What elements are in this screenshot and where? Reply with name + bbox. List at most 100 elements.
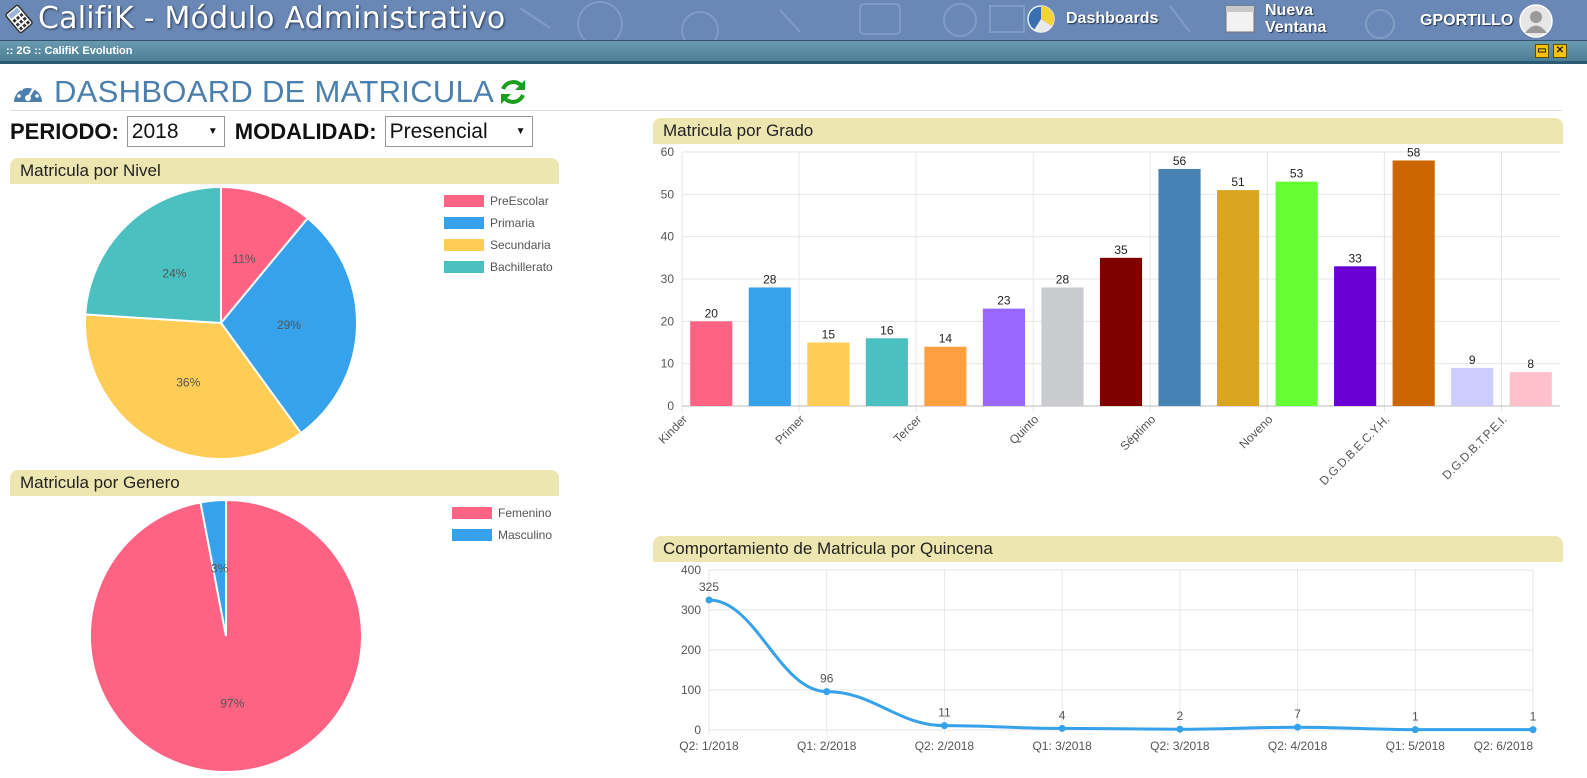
dashboards-pie-icon (1027, 5, 1055, 33)
y-tick-label: 300 (681, 603, 701, 617)
quincena-line-chart: 0100200300400325Q2: 1/201896Q1: 2/201811… (679, 563, 1537, 753)
new-window-label-line1: Nueva (1265, 2, 1314, 19)
nivel-slice-label: 24% (162, 266, 186, 280)
x-tick-label: Q2: 4/2018 (1268, 739, 1328, 753)
user-name: GPORTILLO (1420, 12, 1514, 29)
dashboards-menu-button[interactable]: Dashboards (1026, 4, 1158, 34)
y-tick-label: 50 (661, 187, 675, 201)
window-breadcrumb: :: 2G :: CalifiK Evolution (6, 45, 133, 57)
x-tick-label: Q1: 5/2018 (1386, 739, 1446, 753)
genero-slice-label: 97% (220, 697, 244, 711)
line-point[interactable] (1294, 723, 1302, 731)
quincena-chart-title: Comportamiento de Matricula por Quincena (663, 539, 993, 558)
nivel-legend-item[interactable]: Primaria (444, 212, 553, 234)
y-tick-label: 200 (681, 643, 701, 657)
genero-legend-item[interactable]: Femenino (452, 502, 552, 524)
title-divider (10, 110, 1562, 111)
bar[interactable] (1041, 287, 1084, 406)
x-tick-label: Kinder (656, 412, 690, 446)
bar[interactable] (1451, 367, 1494, 406)
point-value-label: 4 (1059, 708, 1066, 722)
line-point[interactable] (1176, 725, 1184, 733)
bar[interactable] (690, 321, 733, 406)
legend-swatch (444, 261, 484, 273)
line-point[interactable] (823, 688, 831, 696)
dashboards-label: Dashboards (1066, 10, 1159, 27)
genero-chart-title: Matricula por Genero (20, 473, 180, 492)
legend-swatch (444, 239, 484, 251)
x-tick-label: Q2: 6/2018 (1474, 739, 1534, 753)
x-tick-label: Q2: 2/2018 (915, 739, 975, 753)
user-menu[interactable]: GPORTILLO (1420, 4, 1554, 38)
bar-value-label: 8 (1527, 357, 1534, 371)
close-icon[interactable]: ✕ (1553, 44, 1567, 58)
nivel-slice-label: 36% (176, 376, 200, 390)
chevron-down-icon: ▼ (207, 126, 218, 137)
modalidad-label: MODALIDAD: (234, 118, 377, 144)
x-tick-label: Quinto (1006, 412, 1041, 447)
legend-swatch (444, 195, 484, 207)
nivel-slice-label: 11% (232, 252, 255, 266)
bar-value-label: 53 (1290, 167, 1304, 181)
nivel-slice-bachillerato (84, 186, 222, 325)
genero-legend-item[interactable]: Masculino (452, 524, 552, 546)
point-value-label: 7 (1294, 707, 1301, 721)
genero-panel-header: Matricula por Genero (10, 470, 559, 496)
x-tick-label: Noveno (1236, 412, 1275, 451)
periodo-select[interactable]: 2018 ▼ (126, 116, 225, 147)
new-window-button[interactable]: Nueva Ventana (1225, 2, 1326, 36)
nivel-legend-item[interactable]: PreEscolar (444, 190, 553, 212)
new-window-label-line2: Ventana (1265, 19, 1327, 36)
nivel-pie-chart: 11% 29% 36% 24% (84, 186, 358, 460)
modalidad-select[interactable]: Presencial ▼ (384, 116, 533, 147)
page-title: DASHBOARD DE MATRICULA (12, 74, 494, 110)
dashboard-gauge-icon (14, 83, 42, 102)
legend-label: Masculino (498, 528, 553, 542)
bar-value-label: 56 (1173, 154, 1187, 168)
bar[interactable] (1158, 168, 1201, 406)
nivel-panel-header: Matricula por Nivel (10, 158, 559, 184)
bar[interactable] (982, 308, 1026, 406)
nivel-chart-title: Matricula por Nivel (20, 161, 161, 180)
bar[interactable] (1099, 257, 1143, 406)
bar[interactable] (807, 342, 850, 407)
y-tick-label: 10 (661, 357, 675, 371)
line-point[interactable] (705, 596, 713, 604)
refresh-icon[interactable] (498, 77, 528, 107)
bar[interactable] (748, 287, 791, 406)
legend-label: Bachillerato (490, 260, 553, 274)
app-logo-icon (5, 4, 33, 34)
genero-slice-label: 3% (211, 561, 229, 575)
bar-value-label: 20 (705, 306, 719, 320)
line-point[interactable] (1529, 726, 1537, 734)
bar[interactable] (924, 346, 967, 406)
y-tick-label: 20 (661, 314, 675, 328)
bar[interactable] (1216, 190, 1260, 406)
bar[interactable] (865, 338, 908, 406)
bar-value-label: 33 (1348, 251, 1362, 265)
line-point[interactable] (1411, 726, 1419, 734)
bar[interactable] (1275, 181, 1318, 406)
periodo-select-value: 2018 (131, 119, 179, 143)
legend-label: Secundaria (490, 238, 551, 252)
line-point[interactable] (940, 722, 948, 730)
nivel-slice-label: 29% (277, 318, 301, 332)
bar[interactable] (1334, 266, 1377, 406)
nivel-legend-item[interactable]: Secundaria (444, 234, 553, 256)
nivel-legend-item[interactable]: Bachillerato (444, 256, 553, 278)
bar[interactable] (1392, 160, 1435, 406)
line-point[interactable] (1058, 724, 1066, 732)
enrollment-line (708, 598, 1533, 732)
maximize-icon[interactable]: ▭ (1535, 44, 1549, 58)
quincena-panel-header: Comportamiento de Matricula por Quincena (653, 536, 1563, 562)
x-tick-label: D.G.D.B.E.C.Y.H. (1317, 412, 1393, 488)
genero-legend: Femenino Masculino (452, 502, 552, 546)
x-tick-label: Q2: 3/2018 (1150, 739, 1210, 753)
bar[interactable] (1509, 372, 1552, 406)
grado-chart-title: Matricula por Grado (663, 121, 814, 140)
bar-value-label: 58 (1407, 145, 1421, 159)
x-tick-label: D.G.D.B.T.P.E.I. (1439, 412, 1509, 482)
point-value-label: 1 (1412, 710, 1419, 724)
grado-bar-chart: 0 10 20 30 40 50 60 20 28 15 16 14 23 28 35 56 51 53 33 58 9… (656, 145, 1560, 488)
bar-value-label: 28 (1056, 272, 1070, 286)
